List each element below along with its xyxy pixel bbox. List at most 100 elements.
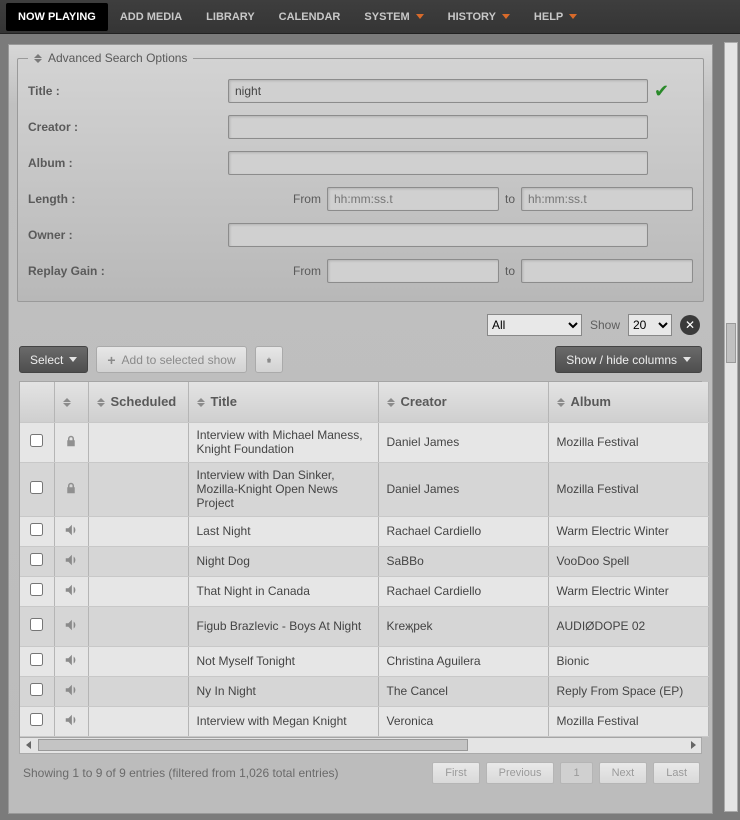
cell-creator: The Cancel	[378, 676, 548, 706]
nav-history[interactable]: HISTORY	[436, 3, 522, 31]
sound-icon	[63, 556, 79, 570]
col-album[interactable]: Album	[548, 382, 708, 422]
sort-icon	[34, 54, 42, 63]
page-next-button[interactable]: Next	[599, 762, 648, 784]
scroll-right-icon[interactable]	[685, 738, 701, 752]
filter-select[interactable]: All	[487, 314, 582, 336]
table-row[interactable]: Figub Brazlevic - Boys At NightKreҗpekAU…	[20, 606, 708, 646]
row-checkbox[interactable]	[30, 713, 43, 726]
row-checkbox[interactable]	[30, 653, 43, 666]
nav-now-playing[interactable]: NOW PLAYING	[6, 3, 108, 31]
page-first-button[interactable]: First	[432, 762, 479, 784]
nav-add-media[interactable]: ADD MEDIA	[108, 3, 194, 31]
col-scheduled[interactable]: Scheduled	[88, 382, 188, 422]
table-row[interactable]: Ny In NightThe CancelReply From Space (E…	[20, 676, 708, 706]
title-label: Title :	[28, 84, 228, 98]
replay-from-label: From	[287, 264, 327, 278]
cell-title: Interview with Dan Sinker, Mozilla-Knigh…	[188, 462, 378, 516]
trash-icon	[266, 353, 272, 367]
entries-info: Showing 1 to 9 of 9 entries (filtered fr…	[23, 766, 426, 780]
cell-album: Warm Electric Winter	[548, 576, 708, 606]
nav-calendar[interactable]: CALENDAR	[267, 3, 353, 31]
show-label: Show	[590, 318, 620, 332]
table-row[interactable]: Interview with Megan KnightVeronicaMozil…	[20, 706, 708, 736]
chevron-down-icon	[502, 14, 510, 19]
cell-title: Not Myself Tonight	[188, 646, 378, 676]
cell-title: Interview with Michael Maness, Knight Fo…	[188, 422, 378, 462]
nav-library[interactable]: LIBRARY	[194, 3, 266, 31]
table-row[interactable]: Interview with Michael Maness, Knight Fo…	[20, 422, 708, 462]
plus-icon: +	[107, 352, 115, 368]
cell-scheduled	[88, 462, 188, 516]
table-row[interactable]: Interview with Dan Sinker, Mozilla-Knigh…	[20, 462, 708, 516]
row-checkbox[interactable]	[30, 583, 43, 596]
nav-help[interactable]: HELP	[522, 3, 589, 31]
page-number-button[interactable]: 1	[560, 762, 592, 784]
scroll-thumb[interactable]	[38, 739, 468, 751]
advanced-search-legend[interactable]: Advanced Search Options	[28, 51, 193, 65]
cell-scheduled	[88, 706, 188, 736]
cell-album: Mozilla Festival	[548, 706, 708, 736]
advanced-search-fieldset: Advanced Search Options Title : ✔ Creato…	[17, 51, 704, 302]
table-row[interactable]: That Night in CanadaRachael CardielloWar…	[20, 576, 708, 606]
page-prev-button[interactable]: Previous	[486, 762, 555, 784]
scroll-left-icon[interactable]	[20, 738, 36, 752]
cell-creator: Daniel James	[378, 422, 548, 462]
cell-title: Last Night	[188, 516, 378, 546]
cell-scheduled	[88, 546, 188, 576]
row-checkbox[interactable]	[30, 481, 43, 494]
row-checkbox[interactable]	[30, 618, 43, 631]
nav-system[interactable]: SYSTEM	[352, 3, 435, 31]
length-label: Length :	[28, 192, 228, 206]
top-nav: NOW PLAYING ADD MEDIA LIBRARY CALENDAR S…	[0, 0, 740, 34]
sound-icon	[63, 656, 79, 670]
title-input[interactable]	[228, 79, 648, 103]
cell-title: Ny In Night	[188, 676, 378, 706]
results-table: Scheduled Title Creator Album Interview …	[20, 382, 709, 737]
album-input[interactable]	[228, 151, 648, 175]
row-checkbox[interactable]	[30, 683, 43, 696]
cell-scheduled	[88, 646, 188, 676]
cell-creator: Christina Aguilera	[378, 646, 548, 676]
row-checkbox[interactable]	[30, 434, 43, 447]
cell-creator: Kreҗpek	[378, 606, 548, 646]
cell-album: Mozilla Festival	[548, 422, 708, 462]
col-title[interactable]: Title	[188, 382, 378, 422]
clear-button[interactable]: ✕	[680, 315, 700, 335]
row-checkbox[interactable]	[30, 553, 43, 566]
filter-bar: All Show 20 ✕	[9, 314, 712, 346]
owner-input[interactable]	[228, 223, 648, 247]
col-creator[interactable]: Creator	[378, 382, 548, 422]
show-count-select[interactable]: 20	[628, 314, 672, 336]
length-from-input[interactable]	[327, 187, 499, 211]
chevron-down-icon	[569, 14, 577, 19]
cell-title: That Night in Canada	[188, 576, 378, 606]
row-checkbox[interactable]	[30, 523, 43, 536]
length-from-label: From	[287, 192, 327, 206]
delete-button[interactable]	[255, 346, 283, 373]
cell-creator: Veronica	[378, 706, 548, 736]
page-last-button[interactable]: Last	[653, 762, 700, 784]
length-to-label: to	[499, 192, 521, 206]
main-area: Advanced Search Options Title : ✔ Creato…	[0, 34, 740, 820]
cell-creator: Rachael Cardiello	[378, 576, 548, 606]
check-icon: ✔	[654, 81, 669, 102]
select-button[interactable]: Select	[19, 346, 88, 373]
album-label: Album :	[28, 156, 228, 170]
table-row[interactable]: Night DogSaBBoVooDoo Spell	[20, 546, 708, 576]
table-footer: Showing 1 to 9 of 9 entries (filtered fr…	[9, 754, 712, 788]
vertical-scrollbar[interactable]	[724, 42, 738, 812]
creator-input[interactable]	[228, 115, 648, 139]
content-panel: Advanced Search Options Title : ✔ Creato…	[8, 44, 713, 814]
length-to-input[interactable]	[521, 187, 693, 211]
table-row[interactable]: Not Myself TonightChristina AguileraBion…	[20, 646, 708, 676]
show-hide-columns-button[interactable]: Show / hide columns	[555, 346, 702, 373]
col-icon[interactable]	[54, 382, 88, 422]
scroll-thumb[interactable]	[726, 323, 736, 363]
replay-to-input[interactable]	[521, 259, 693, 283]
table-row[interactable]: Last NightRachael CardielloWarm Electric…	[20, 516, 708, 546]
add-to-show-button[interactable]: +Add to selected show	[96, 346, 246, 373]
owner-label: Owner :	[28, 228, 228, 242]
horizontal-scrollbar[interactable]	[19, 738, 702, 754]
replay-from-input[interactable]	[327, 259, 499, 283]
